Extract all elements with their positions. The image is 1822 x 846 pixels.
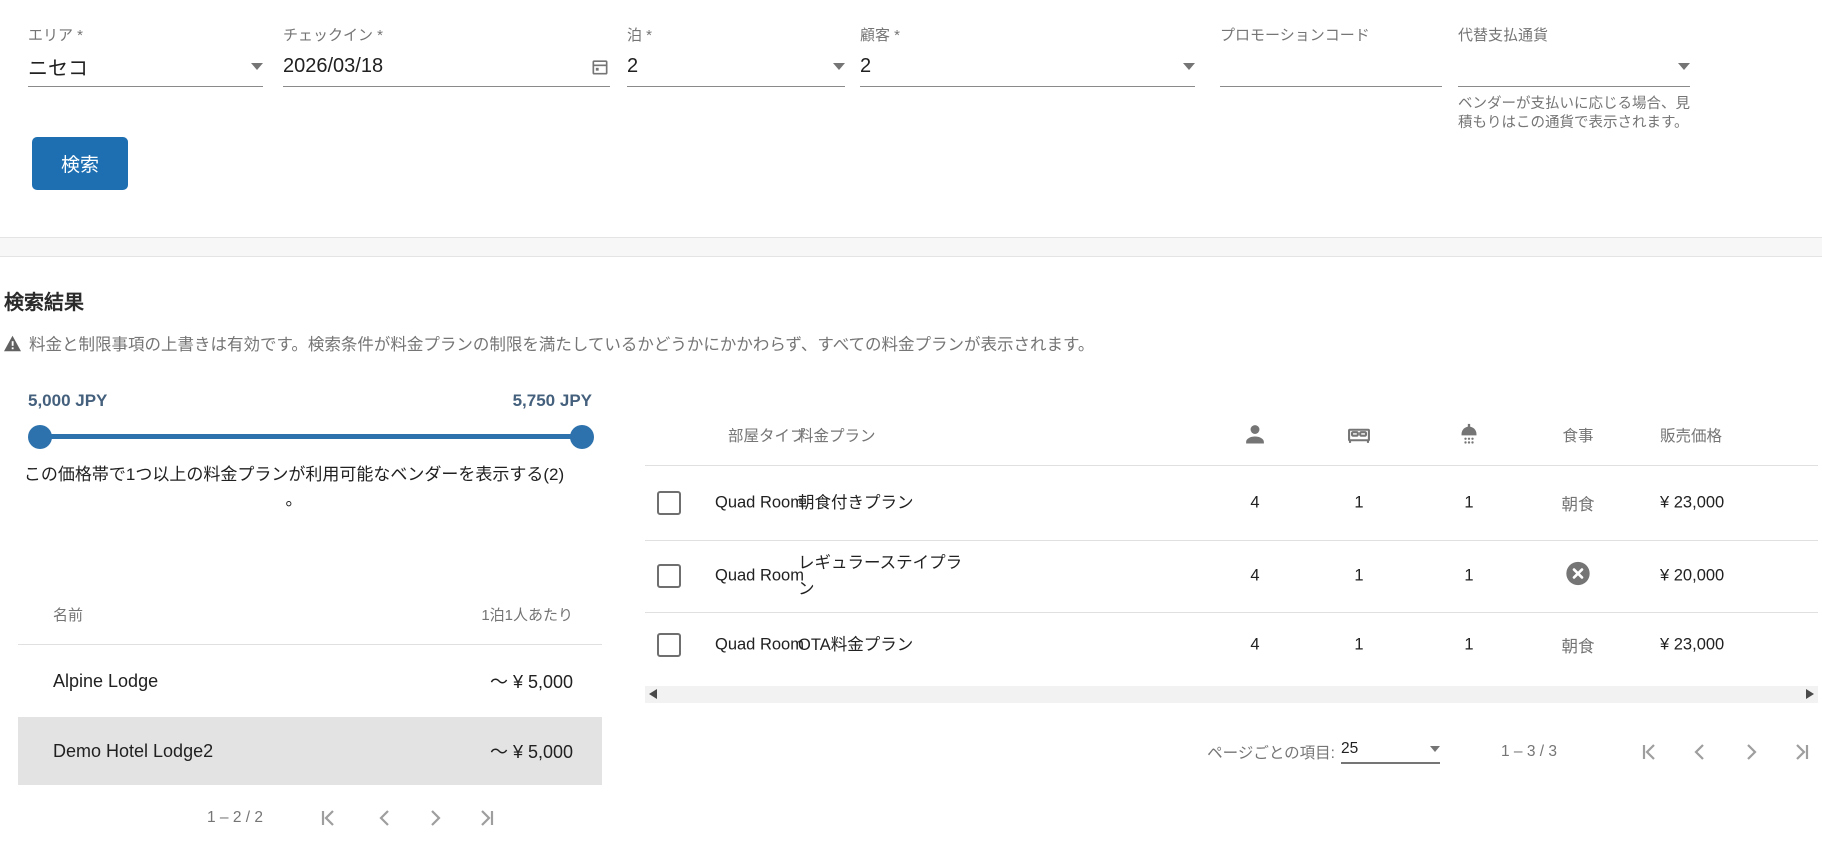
calendar-icon[interactable] [590,57,610,77]
scroll-left-icon[interactable] [649,689,657,699]
warning-icon [3,335,22,352]
section-divider [0,237,1822,257]
plan-row-regular-stay[interactable]: Quad Room レギュラーステイプラン 4 1 1 ¥ 20,000 [645,540,1818,613]
nights-value: 2 [627,55,638,78]
previous-page-icon[interactable] [373,806,397,830]
price-cell: ¥ 23,000 [1660,493,1724,512]
plan-row-breakfast[interactable]: Quad Room 朝食付きプラン 4 1 1 朝食 ¥ 23,000 [645,465,1818,541]
vendors-paginator: 1 – 2 / 2 [18,797,602,843]
vendor-price: 〜 ¥ 5,000 [490,668,573,694]
bathrooms-cell: 1 [1419,493,1519,512]
vendor-row-alpine-lodge[interactable]: Alpine Lodge 〜 ¥ 5,000 [18,645,602,717]
price-cell: ¥ 23,000 [1660,636,1724,655]
alt-currency-label: 代替支払通貨 [1458,24,1690,43]
no-meal-icon [1528,560,1628,593]
promo-code-field[interactable]: プロモーションコード [1220,24,1442,87]
items-per-page-label: ページごとの項目: [1207,741,1335,763]
price-cell: ¥ 20,000 [1660,567,1724,586]
guests-cell: 4 [1205,567,1305,586]
meal-cell: 朝食 [1528,491,1628,515]
bathrooms-cell: 1 [1419,636,1519,655]
first-page-icon[interactable] [1637,740,1661,764]
chevron-down-icon [833,63,845,70]
guests-cell: 4 [1205,636,1305,655]
promo-code-label: プロモーションコード [1220,24,1442,43]
vendors-page-range: 1 – 2 / 2 [207,809,263,827]
vendor-price-header: 1泊1人あたり [481,604,573,625]
last-page-icon[interactable] [475,806,499,830]
vendor-name: Demo Hotel Lodge2 [53,741,213,762]
row-checkbox[interactable] [657,633,681,657]
bathrooms-cell: 1 [1419,567,1519,586]
meal-cell: 朝食 [1528,633,1628,657]
chevron-down-icon [1678,63,1690,70]
shower-icon [1455,421,1483,449]
guests-value: 2 [860,55,871,78]
rate-plan-header: 料金プラン [798,424,876,446]
plan-row-ota[interactable]: Quad Room OTA料金プラン 4 1 1 朝食 ¥ 23,000 [645,612,1818,678]
rate-plan-cell: 朝食付きプラン [798,490,968,516]
room-type-cell: Quad Room [715,567,804,586]
rate-plan-cell: レギュラーステイプラン [798,550,963,602]
previous-page-icon[interactable] [1688,740,1712,764]
vendor-name: Alpine Lodge [53,671,158,692]
vendor-row-demo-hotel-lodge2[interactable]: Demo Hotel Lodge2 〜 ¥ 5,000 [18,717,602,785]
chevron-down-icon [1183,63,1195,70]
alt-currency-helper: ベンダーが支払いに応じる場合、見積もりはこの通貨で表示されます。 [1458,95,1690,133]
room-type-header: 部屋タイプ [728,424,806,446]
row-checkbox[interactable] [657,491,681,515]
plans-pagination-icons [1637,740,1814,764]
slider-handle-min[interactable] [28,425,52,449]
items-per-page-value: 25 [1341,740,1358,758]
override-warning: 料金と制限事項の上書きは有効です。検索条件が料金プランの制限を満たしているかどう… [3,331,1094,355]
vendor-price: 〜 ¥ 5,000 [490,738,573,764]
warning-text: 料金と制限事項の上書きは有効です。検索条件が料金プランの制限を満たしているかどう… [29,331,1094,355]
chevron-down-icon [251,63,263,70]
room-type-cell: Quad Room [715,493,804,512]
area-value: ニセコ [28,52,88,81]
next-page-icon[interactable] [1739,740,1763,764]
price-filter-description: この価格帯で1つ以上の料金プランが利用可能なベンダーを表示する(2) 。 [14,462,574,512]
search-button[interactable]: 検索 [32,137,128,190]
items-per-page-select[interactable]: 25 [1341,740,1440,764]
area-select[interactable]: エリア * ニセコ [28,24,263,87]
checkin-date-field[interactable]: チェックイン * 2026/03/18 [283,24,610,87]
nights-label: 泊 * [627,24,845,43]
meal-header: 食事 [1528,424,1628,446]
beds-cell: 1 [1309,493,1409,512]
price-max-label: 5,750 JPY [420,391,592,411]
checkin-value: 2026/03/18 [283,55,383,78]
rate-plan-cell: OTA料金プラン [798,632,968,658]
room-type-cell: Quad Room [715,636,804,655]
guests-label: 顧客 * [860,24,1195,43]
vendor-name-header: 名前 [53,604,83,625]
area-label: エリア * [28,24,263,43]
plans-table-header: 部屋タイプ 料金プラン 食事 販売価格 [645,405,1818,466]
next-page-icon[interactable] [423,806,447,830]
alt-currency-select[interactable]: 代替支払通貨 ベンダーが支払いに応じる場合、見積もりはこの通貨で表示されます。 [1458,24,1690,133]
horizontal-scrollbar[interactable] [645,686,1818,703]
plans-page-range: 1 – 3 / 3 [1501,743,1557,761]
slider-handle-max[interactable] [570,425,594,449]
nights-select[interactable]: 泊 * 2 [627,24,845,87]
price-min-label: 5,000 JPY [28,391,107,411]
price-range-slider[interactable] [40,434,582,439]
booking-search-page: エリア * ニセコ チェックイン * 2026/03/18 泊 * 2 顧客 * [0,0,1822,846]
checkin-label: チェックイン * [283,24,610,43]
bed-icon [1345,421,1373,449]
plans-paginator: ページごとの項目: 25 1 – 3 / 3 [1130,728,1822,776]
price-header: 販売価格 [1660,424,1722,446]
results-title: 検索結果 [4,286,84,315]
guests-cell: 4 [1205,493,1305,512]
last-page-icon[interactable] [1790,740,1814,764]
beds-cell: 1 [1309,636,1409,655]
row-checkbox[interactable] [657,564,681,588]
scroll-right-icon[interactable] [1806,689,1814,699]
beds-cell: 1 [1309,567,1409,586]
guests-select[interactable]: 顧客 * 2 [860,24,1195,87]
chevron-down-icon [1430,746,1440,752]
first-page-icon[interactable] [316,806,340,830]
vendors-table-header: 名前 1泊1人あたり [18,585,602,645]
person-icon [1241,421,1269,449]
